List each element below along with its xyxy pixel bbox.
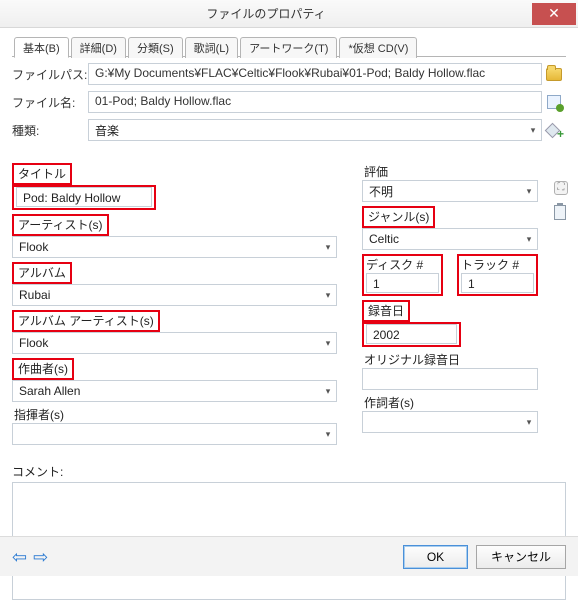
conductor-combo[interactable]: ▾ [12,423,337,445]
album-combo[interactable]: Rubai ▾ [12,284,337,306]
link-icon[interactable] [554,181,568,195]
tab-category[interactable]: 分類(S) [128,37,183,58]
chevron-down-icon: ▾ [320,290,336,301]
tab-detail[interactable]: 詳細(D) [71,37,126,58]
composer-combo[interactable]: Sarah Allen ▾ [12,380,337,402]
label-conductor: 指揮者(s) [12,408,66,422]
prev-arrow-icon[interactable]: ⇦ [12,548,27,566]
label-composer: 作曲者(s) [16,362,70,376]
row-filepath: ファイルパス: G:¥My Documents¥FLAC¥Celtic¥Floo… [12,63,566,85]
label-artist: アーティスト(s) [16,218,105,232]
tab-artwork[interactable]: アートワーク(T) [240,37,337,58]
lyricist-combo[interactable]: ▾ [362,411,538,433]
ok-button[interactable]: OK [403,545,468,569]
artist-value: Flook [13,240,320,254]
rec-date-input[interactable]: 2002 [366,324,457,344]
chevron-down-icon: ▾ [521,186,537,197]
label-album: アルバム [16,266,68,280]
chevron-down-icon: ▾ [320,338,336,349]
kind-value: 音楽 [89,122,525,139]
label-kind: 種類: [12,122,88,139]
chevron-down-icon: ▾ [521,417,537,428]
chevron-down-icon: ▾ [320,386,336,397]
orig-date-input[interactable] [362,368,538,390]
right-column: 評価 不明 ▾ ジャンル(s) Celtic ▾ [362,163,566,449]
tab-basic[interactable]: 基本(B) [14,37,69,58]
filename-field[interactable]: 01-Pod; Baldy Hollow.flac [88,91,542,113]
genre-value: Celtic [363,232,521,246]
label-track-no: トラック # [461,256,534,273]
rename-icon[interactable] [547,95,561,109]
album-artist-combo[interactable]: Flook ▾ [12,332,337,354]
label-comment: コメント: [12,463,566,480]
album-value: Rubai [13,288,320,302]
label-title: タイトル [16,167,68,181]
disc-no-input[interactable]: 1 [366,273,439,293]
chevron-down-icon: ▾ [320,429,336,440]
track-no-input[interactable]: 1 [461,273,534,293]
kind-combo[interactable]: 音楽 ▾ [88,119,542,141]
chevron-down-icon: ▾ [525,125,541,136]
genre-combo[interactable]: Celtic ▾ [362,228,538,250]
rating-value: 不明 [363,183,521,200]
label-filepath: ファイルパス: [12,66,88,83]
titlebar: ファイルのプロパティ ✕ [0,0,578,28]
album-artist-value: Flook [13,336,320,350]
clipboard-icon[interactable] [554,205,566,220]
label-rec-date: 録音日 [366,304,406,318]
tabs: 基本(B) 詳細(D) 分類(S) 歌詞(L) アートワーク(T) *仮想 CD… [12,36,566,57]
close-button[interactable]: ✕ [532,3,576,25]
label-album-artist: アルバム アーティスト(s) [16,314,156,328]
tag-add-icon[interactable] [547,123,561,137]
label-lyricist: 作詞者(s) [362,396,416,410]
row-kind: 種類: 音楽 ▾ [12,119,566,141]
tab-lyrics[interactable]: 歌詞(L) [185,37,238,58]
left-column: タイトル Pod: Baldy Hollow アーティスト(s) Flook ▾ [12,163,337,449]
chevron-down-icon: ▾ [521,234,537,245]
chevron-down-icon: ▾ [320,242,336,253]
label-orig-date: オリジナル録音日 [362,353,462,367]
composer-value: Sarah Allen [13,384,320,398]
artist-combo[interactable]: Flook ▾ [12,236,337,258]
cancel-button[interactable]: キャンセル [476,545,566,569]
label-filename: ファイル名: [12,94,88,111]
rating-combo[interactable]: 不明 ▾ [362,180,538,202]
label-rating: 評価 [362,165,390,179]
next-arrow-icon[interactable]: ⇨ [33,548,48,566]
row-filename: ファイル名: 01-Pod; Baldy Hollow.flac [12,91,566,113]
folder-icon[interactable] [546,68,562,81]
label-disc-no: ディスク # [366,256,439,273]
title-input[interactable]: Pod: Baldy Hollow [16,187,152,207]
tab-virtualcd[interactable]: *仮想 CD(V) [339,37,417,58]
filepath-field[interactable]: G:¥My Documents¥FLAC¥Celtic¥Flook¥Rubai¥… [88,63,542,85]
window-title: ファイルのプロパティ [0,5,532,22]
footer: ⇦ ⇨ OK キャンセル [0,536,578,576]
content-area: 基本(B) 詳細(D) 分類(S) 歌詞(L) アートワーク(T) *仮想 CD… [0,28,578,610]
label-genre: ジャンル(s) [366,210,431,224]
